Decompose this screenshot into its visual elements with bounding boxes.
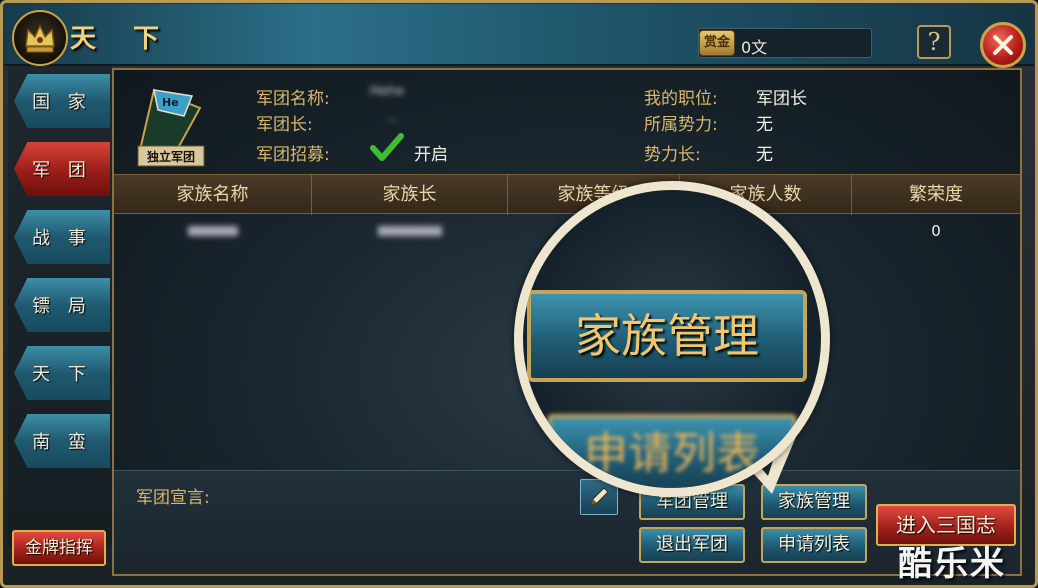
- column-header-family-name[interactable]: 家族名称: [114, 175, 312, 215]
- sidebar-item-country[interactable]: 国 家: [14, 74, 110, 128]
- quit-legion-button[interactable]: 退出军团: [639, 527, 745, 563]
- sidebar-item-label: 南 蛮: [32, 432, 92, 453]
- sidebar-item-escort[interactable]: 镖 局: [14, 278, 110, 332]
- magnified-manage-family-label: 家族管理: [527, 290, 807, 382]
- legion-recruit-value: 开启: [414, 145, 448, 165]
- sidebar-item-war[interactable]: 战 事: [14, 210, 110, 264]
- column-header-family-leader[interactable]: 家族长: [312, 175, 508, 215]
- sidebar-item-label: 天 下: [32, 364, 92, 385]
- legion-recruit-label: 军团招募:: [256, 145, 330, 165]
- emblem-flag-text: He: [162, 96, 179, 109]
- emblem-caption: 独立军团: [146, 150, 195, 164]
- legion-info: He 独立军团 军团名称: Hehe 军团长: ... 军团招募: 开启 我的职…: [114, 70, 1020, 174]
- family-table-header: 家族名称 家族长 家族等级 家族人数 繁荣度: [114, 174, 1020, 215]
- close-icon: [993, 35, 1013, 55]
- faction-label: 所属势力:: [644, 115, 718, 135]
- legion-emblem: He 独立军团: [134, 80, 208, 170]
- sidebar-item-legion[interactable]: 军 团: [14, 142, 110, 196]
- gold-badge-icon: 赏金: [699, 30, 735, 56]
- sidebar-item-label: 战 事: [32, 228, 92, 249]
- my-position-value: 军团长: [756, 89, 807, 109]
- sidebar-item-label: 国 家: [32, 92, 92, 113]
- window-title: 天 下: [70, 24, 174, 54]
- faction-value: 无: [756, 115, 773, 135]
- cell-prosperity: 0: [931, 222, 941, 240]
- faction-leader-label: 势力长:: [644, 145, 701, 165]
- legion-name-label: 军团名称:: [256, 89, 330, 109]
- declaration-label: 军团宣言:: [136, 488, 210, 508]
- sidebar-item-nanman[interactable]: 南 蛮: [14, 414, 110, 468]
- column-header-prosperity[interactable]: 繁荣度: [852, 175, 1020, 215]
- cell-family-leader: [312, 216, 508, 246]
- crown-emblem-icon: [12, 10, 68, 66]
- site-watermark: 酷乐米: [898, 544, 1006, 584]
- pencil-icon: [590, 487, 609, 506]
- legion-name-value: Hehe: [370, 84, 405, 99]
- help-button[interactable]: ?: [917, 25, 951, 59]
- gold-currency-display: 赏金 0文: [698, 28, 872, 58]
- cell-family-name: [114, 216, 312, 246]
- recruit-checkbox[interactable]: [370, 132, 404, 164]
- sidebar-item-label: 军 团: [32, 160, 92, 181]
- gold-command-button[interactable]: 金牌指挥: [12, 530, 106, 566]
- legion-leader-value: ...: [386, 110, 399, 125]
- sidebar-item-label: 镖 局: [32, 296, 92, 317]
- sidebar-item-world[interactable]: 天 下: [14, 346, 110, 400]
- my-position-label: 我的职位:: [644, 89, 718, 109]
- magnified-apply-list-label: 申请列表: [547, 414, 797, 488]
- title-bar: 天 下 赏金 0文 ?: [4, 4, 1034, 68]
- faction-leader-value: 无: [756, 145, 773, 165]
- apply-list-button[interactable]: 申请列表: [761, 527, 867, 563]
- gold-value: 0文: [741, 38, 768, 57]
- legion-leader-label: 军团长:: [256, 115, 313, 135]
- magnifier-callout: 家族管理 申请列表: [514, 181, 830, 497]
- checkmark-icon: [370, 133, 404, 161]
- close-button[interactable]: [980, 22, 1026, 68]
